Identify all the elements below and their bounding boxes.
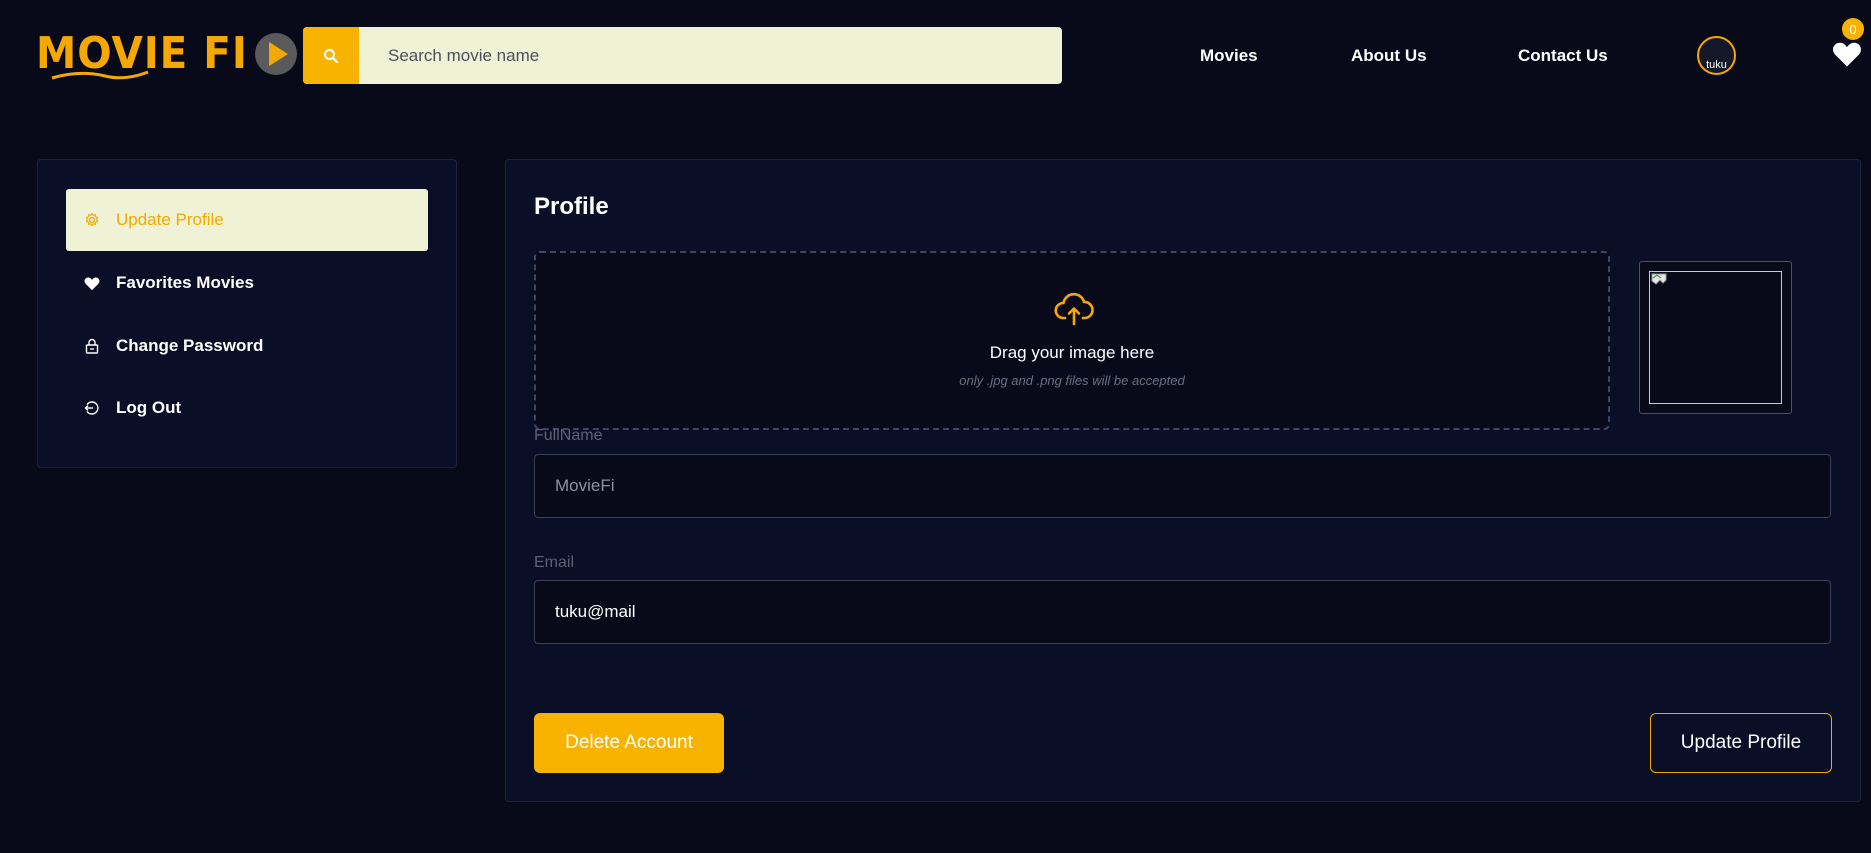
sidebar-item-label: Change Password [116, 336, 264, 355]
heart-icon [83, 274, 101, 292]
search-button[interactable] [303, 27, 359, 84]
logout-icon [83, 399, 101, 417]
sidebar-item-log-out[interactable]: Log Out [66, 377, 428, 439]
search-input[interactable] [359, 27, 1062, 84]
header: MOVIE FI Movies About Us Contact Us tuku… [0, 0, 1871, 112]
sidebar-item-update-profile[interactable]: Update Profile [66, 189, 428, 251]
nav-contact-us[interactable]: Contact Us [1518, 46, 1608, 66]
nav-movies[interactable]: Movies [1200, 46, 1258, 66]
sidebar-item-label: Favorites Movies [116, 273, 254, 292]
favorites-button[interactable] [1832, 40, 1862, 70]
lock-icon [83, 337, 101, 355]
dropzone-text: Drag your image here [989, 343, 1155, 362]
image-dropzone[interactable]: Drag your image here only .jpg and .png … [534, 251, 1610, 430]
sidebar: Update Profile Favorites Movies Change P… [37, 159, 457, 468]
page-title: Profile [534, 193, 609, 220]
logo[interactable]: MOVIE FI [36, 26, 297, 82]
avatar-alt-text: tuku [1706, 59, 1727, 71]
fullname-label: FullName [534, 427, 603, 444]
play-icon [255, 33, 297, 75]
broken-image-icon [1651, 273, 1667, 285]
profile-panel: Profile Drag your image here only .jpg a… [505, 159, 1861, 802]
heart-icon [1833, 42, 1861, 67]
email-label: Email [534, 554, 575, 571]
fullname-field[interactable] [534, 454, 1831, 518]
search-icon [324, 48, 339, 63]
sidebar-item-favorites-movies[interactable]: Favorites Movies [66, 252, 428, 314]
nav-about-us[interactable]: About Us [1351, 46, 1427, 66]
sidebar-item-label: Log Out [116, 398, 182, 417]
avatar[interactable]: tuku [1697, 36, 1736, 75]
email-field[interactable] [534, 580, 1831, 644]
sidebar-item-label: Update Profile [116, 210, 224, 229]
dropzone-subtext: only .jpg and .png files will be accepte… [959, 373, 1185, 388]
favorites-count-badge: 0 [1842, 18, 1864, 40]
update-profile-button[interactable]: Update Profile [1650, 713, 1832, 773]
gear-icon [83, 211, 101, 229]
cloud-upload-icon [1054, 292, 1094, 326]
image-preview [1639, 261, 1792, 414]
logo-swoosh [51, 70, 149, 80]
sidebar-item-change-password[interactable]: Change Password [66, 315, 428, 377]
search-bar [303, 27, 1062, 84]
broken-image-placeholder [1649, 271, 1782, 404]
delete-account-button[interactable]: Delete Account [534, 713, 724, 773]
